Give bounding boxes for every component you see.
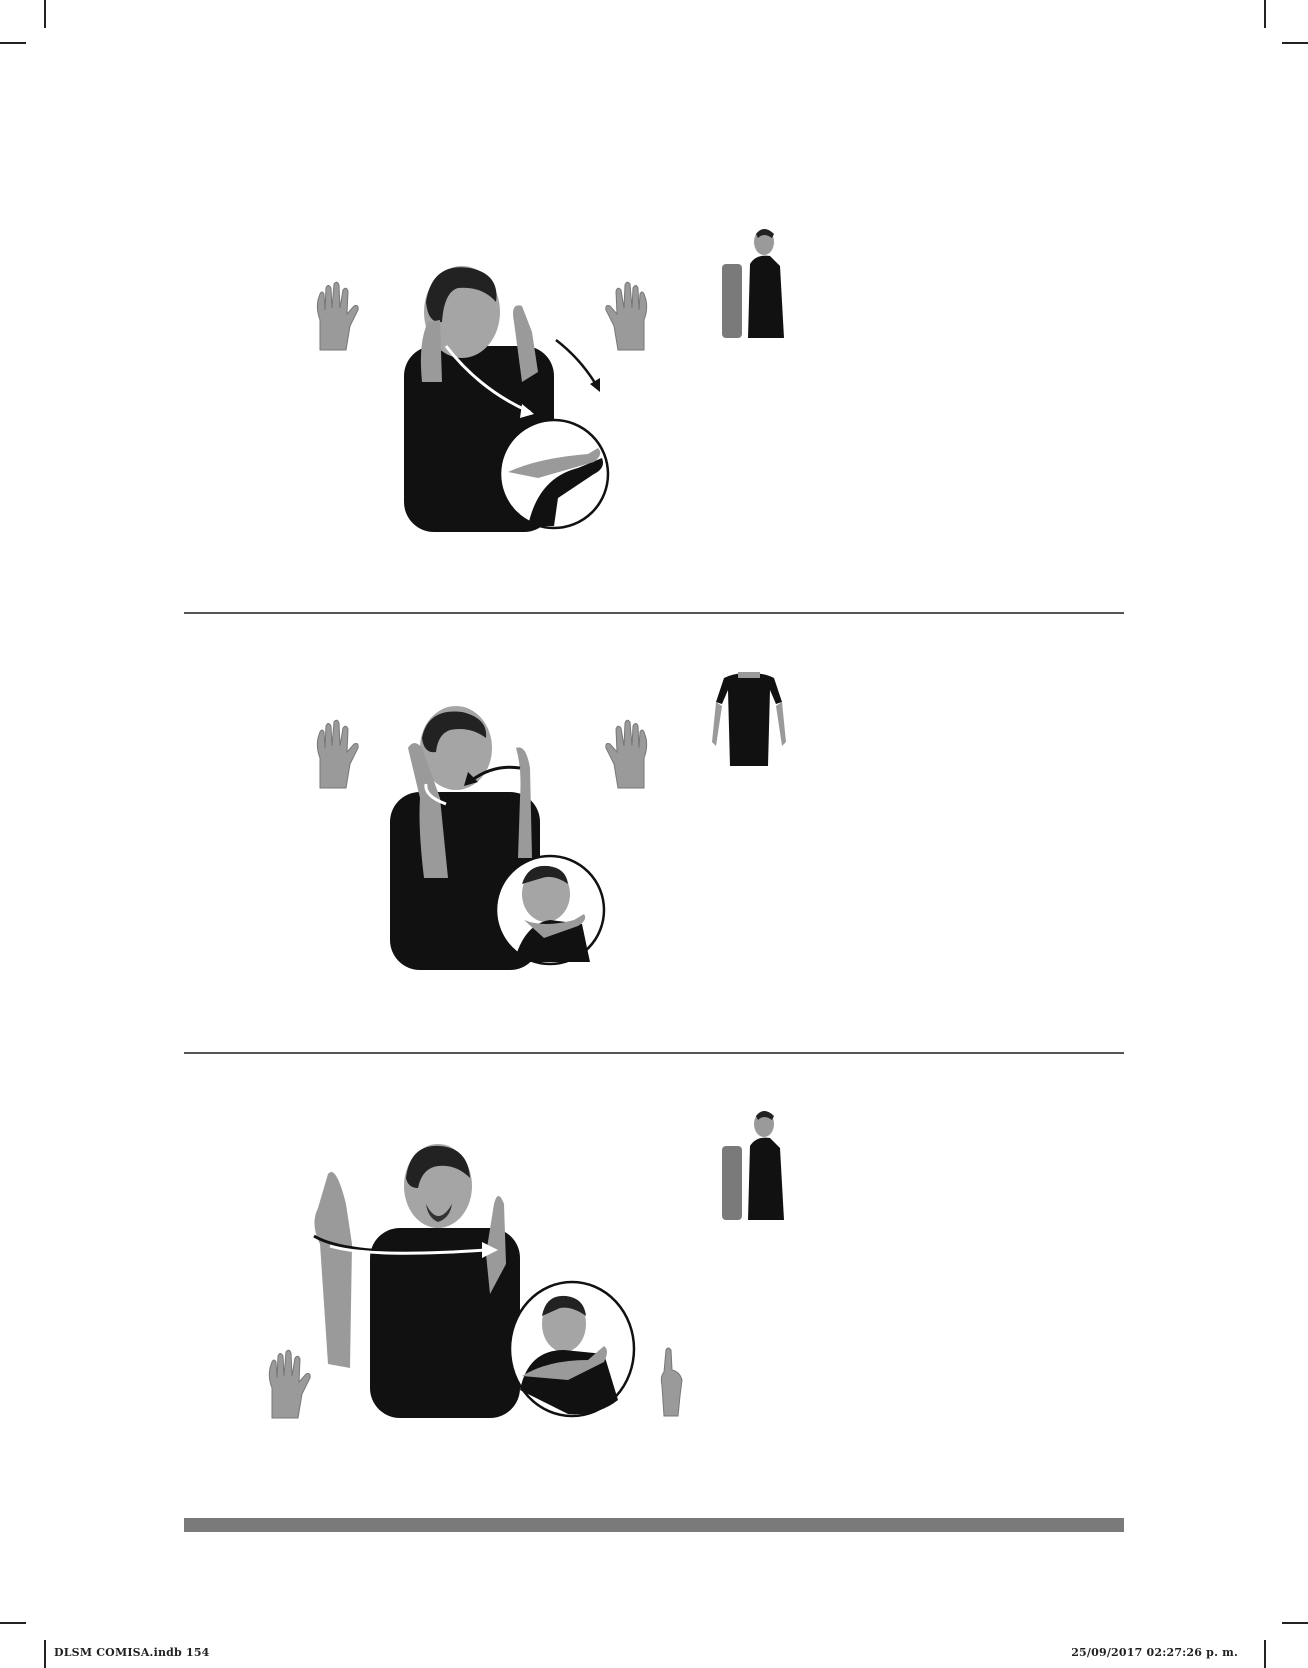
- row-divider: [184, 1052, 1124, 1054]
- position-figure-side-view: [722, 1111, 784, 1220]
- footer-bar: [184, 1518, 1124, 1532]
- detail-inset: [498, 418, 610, 530]
- movement-arrow-icon: [313, 1234, 498, 1258]
- movement-arrow-icon: [424, 765, 521, 806]
- open-hand-icon: [316, 719, 359, 789]
- file-slug: DLSM COMISA.indb 154: [54, 1646, 210, 1659]
- position-figure-front-view: [712, 672, 786, 766]
- open-hand-icon: [605, 719, 648, 789]
- crop-mark: [1264, 1640, 1266, 1668]
- detail-inset: [508, 1280, 636, 1418]
- row-divider: [184, 612, 1124, 614]
- crop-mark: [1282, 1622, 1308, 1624]
- open-hand-icon: [268, 1349, 311, 1419]
- movement-arrow-icon: [444, 339, 600, 418]
- open-hand-icon: [605, 281, 648, 351]
- crop-mark: [44, 0, 46, 28]
- crop-mark: [0, 42, 26, 44]
- open-hand-icon: [316, 281, 359, 351]
- crop-mark: [0, 1622, 26, 1624]
- position-figure-side-view: [722, 229, 784, 338]
- index-finger-hand-icon: [660, 1347, 683, 1417]
- crop-mark: [1282, 42, 1308, 44]
- crop-mark: [1264, 0, 1266, 28]
- timestamp-slug: 25/09/2017 02:27:26 p. m.: [1071, 1646, 1238, 1659]
- crop-mark: [44, 1640, 46, 1668]
- detail-inset: [494, 854, 606, 966]
